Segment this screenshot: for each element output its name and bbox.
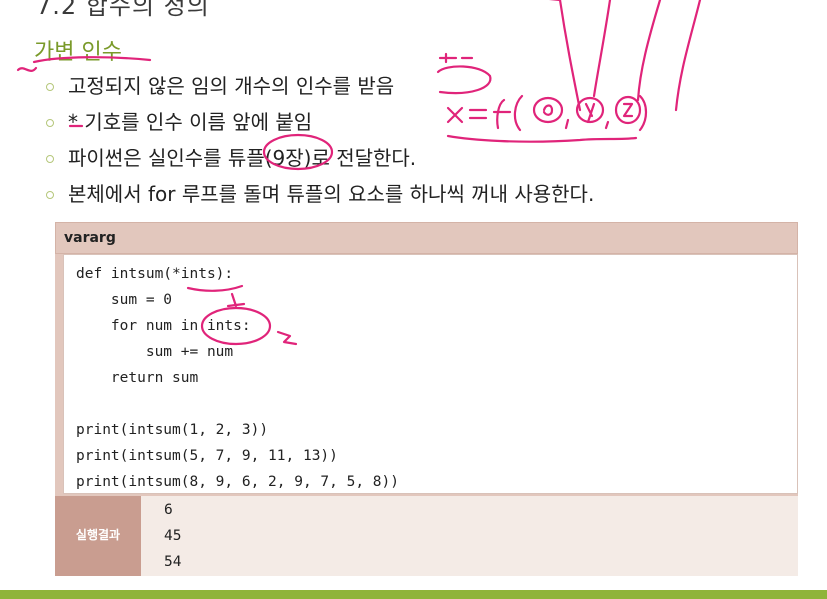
result-label: 실행결과	[75, 528, 121, 542]
result-output: 6 45 54	[141, 496, 798, 576]
bullet-text: * 기호를 인수 이름 앞에 붙임	[68, 110, 313, 134]
bullet-dot-icon	[46, 119, 54, 127]
code-line: print(intsum(5, 7, 9, 11, 13))	[76, 448, 338, 464]
bullet-list: 고정되지 않은 임의 개수의 인수를 받음 * 기호를 인수 이름 앞에 붙임 …	[46, 68, 594, 212]
bullet-text: 파이썬은 실인수를 튜플(9장)로 전달한다.	[68, 146, 417, 170]
code-line: return sum	[76, 370, 199, 386]
bullet-item: * 기호를 인수 이름 앞에 붙임	[46, 104, 594, 140]
code-line: def intsum(*ints):	[76, 266, 234, 282]
footer-accent-bar	[0, 590, 827, 599]
code-box-header: vararg	[55, 222, 798, 254]
bullet-dot-icon	[46, 191, 54, 199]
bullet-item: 파이썬은 실인수를 튜플(9장)로 전달한다.	[46, 140, 594, 176]
bullet-dot-icon	[46, 155, 54, 163]
section-heading: 가변 인수	[34, 40, 122, 65]
bullet-text: 본체에서 for 루프를 돌며 튜플의 요소를 하나씩 꺼내 사용한다.	[68, 182, 595, 206]
code-line: print(intsum(1, 2, 3))	[76, 422, 269, 438]
result-label-cell: 실행결과	[55, 496, 141, 576]
bullet-dot-icon	[46, 83, 54, 91]
code-line: for num in ints:	[76, 318, 251, 334]
code-box-title: vararg	[64, 230, 116, 246]
result-value: 54	[164, 554, 182, 570]
slide-top-title: 7.2 합수의 정의	[36, 0, 210, 20]
result-value: 6	[164, 502, 173, 518]
code-line: print(intsum(8, 9, 6, 2, 9, 7, 5, 8))	[76, 474, 400, 490]
bullet-item: 본체에서 for 루프를 돌며 튜플의 요소를 하나씩 꺼내 사용한다.	[46, 176, 594, 212]
code-line: sum += num	[76, 344, 234, 360]
code-listing: def intsum(*ints): sum = 0 for num in in…	[76, 261, 399, 495]
bullet-item: 고정되지 않은 임의 개수의 인수를 받음	[46, 68, 594, 104]
code-line: sum = 0	[76, 292, 173, 308]
result-value: 45	[164, 528, 182, 544]
bullet-text: 고정되지 않은 임의 개수의 인수를 받음	[68, 74, 395, 98]
code-panel: def intsum(*ints): sum = 0 for num in in…	[63, 254, 798, 494]
code-box: def intsum(*ints): sum = 0 for num in in…	[55, 254, 798, 496]
